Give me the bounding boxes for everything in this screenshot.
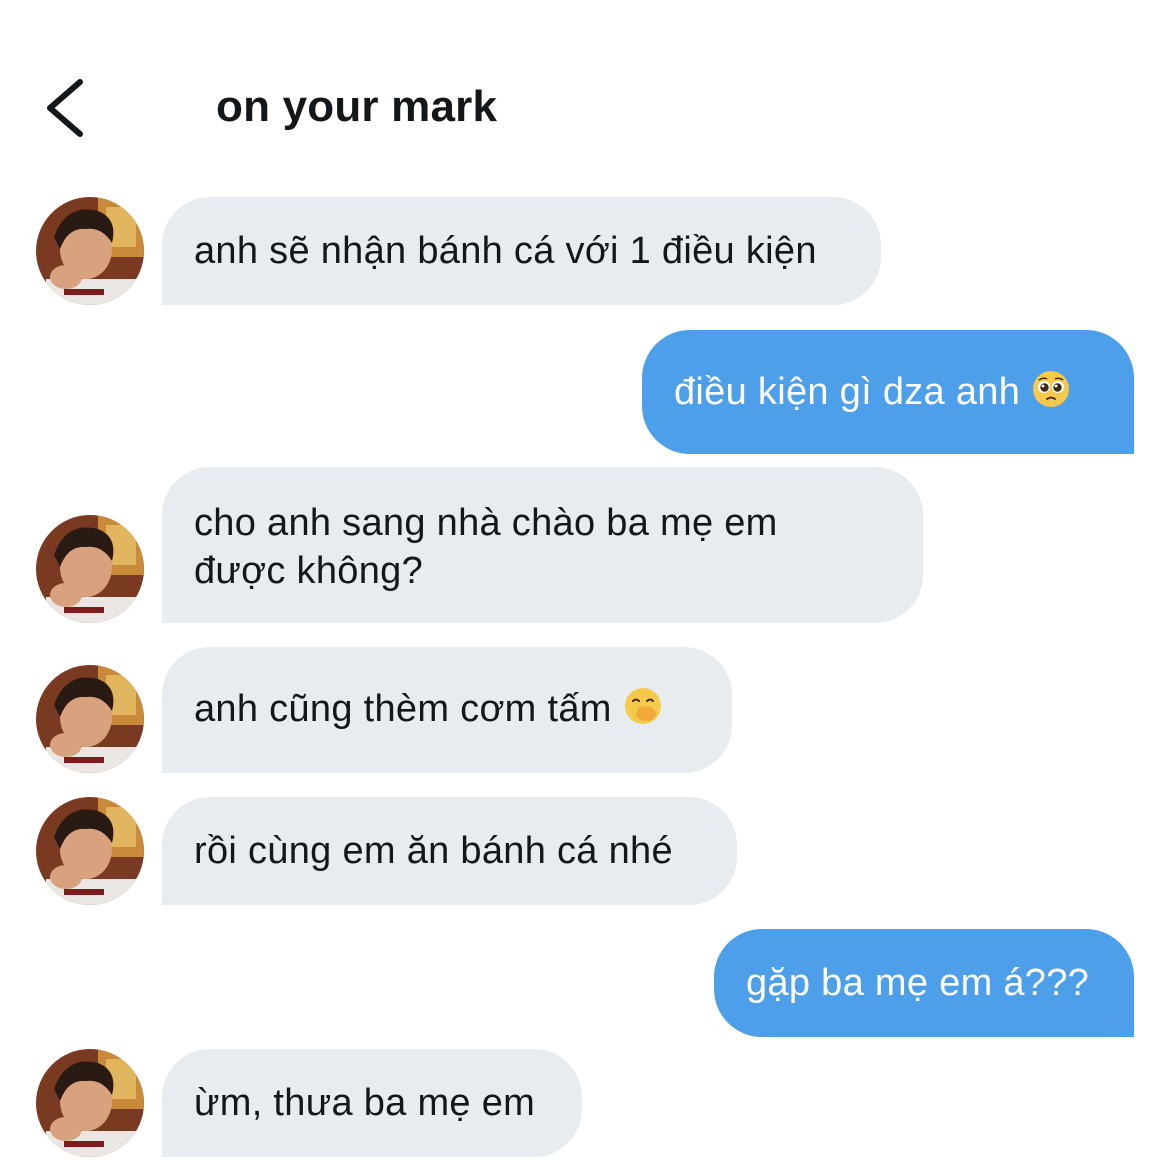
message-bubble-incoming[interactable]: ừm, thưa ba mẹ em bbox=[162, 1049, 582, 1157]
message-bubble-incoming[interactable]: anh cũng thèm cơm tấm bbox=[162, 647, 732, 773]
message-bubble-incoming[interactable]: cho anh sang nhà chào ba mẹ em được khôn… bbox=[162, 467, 923, 623]
message-bubble-outgoing[interactable]: điều kiện gì dza anh bbox=[642, 330, 1134, 454]
sender-avatar[interactable] bbox=[36, 665, 144, 773]
sender-avatar[interactable] bbox=[36, 515, 144, 623]
avatar-image bbox=[36, 797, 144, 905]
message-text: anh cũng thèm cơm tấm bbox=[194, 688, 612, 730]
message-text: ừm, thưa ba mẹ em bbox=[194, 1082, 536, 1124]
message-text: gặp ba mẹ em á??? bbox=[746, 962, 1090, 1004]
message-bubble-incoming[interactable]: anh sẽ nhận bánh cá với 1 điều kiện bbox=[162, 197, 881, 305]
message-bubble-outgoing[interactable]: gặp ba mẹ em á??? bbox=[714, 929, 1134, 1037]
message-text-line: cho anh sang nhà chào ba mẹ em bbox=[194, 502, 778, 544]
conversation-title: on your mark bbox=[216, 82, 498, 131]
conversation-header: on your mark bbox=[0, 0, 1169, 190]
avatar-image bbox=[36, 665, 144, 773]
avatar-image bbox=[36, 197, 144, 305]
sender-avatar[interactable] bbox=[36, 797, 144, 905]
avatar-image bbox=[36, 1049, 144, 1157]
hand-over-mouth-emoji bbox=[624, 687, 662, 737]
message-text: điều kiện gì dza anh bbox=[674, 371, 1021, 413]
message-text: anh sẽ nhận bánh cá với 1 điều kiện bbox=[194, 230, 817, 272]
pleading-face-emoji bbox=[1032, 370, 1070, 420]
message-text-line: được không? bbox=[194, 550, 424, 592]
chevron-left-icon bbox=[47, 79, 83, 137]
sender-avatar[interactable] bbox=[36, 197, 144, 305]
message-text: rồi cùng em ăn bánh cá nhé bbox=[194, 830, 673, 872]
sender-avatar[interactable] bbox=[36, 1049, 144, 1157]
back-button[interactable] bbox=[38, 72, 98, 144]
message-bubble-incoming[interactable]: rồi cùng em ăn bánh cá nhé bbox=[162, 797, 737, 905]
avatar-image bbox=[36, 515, 144, 623]
